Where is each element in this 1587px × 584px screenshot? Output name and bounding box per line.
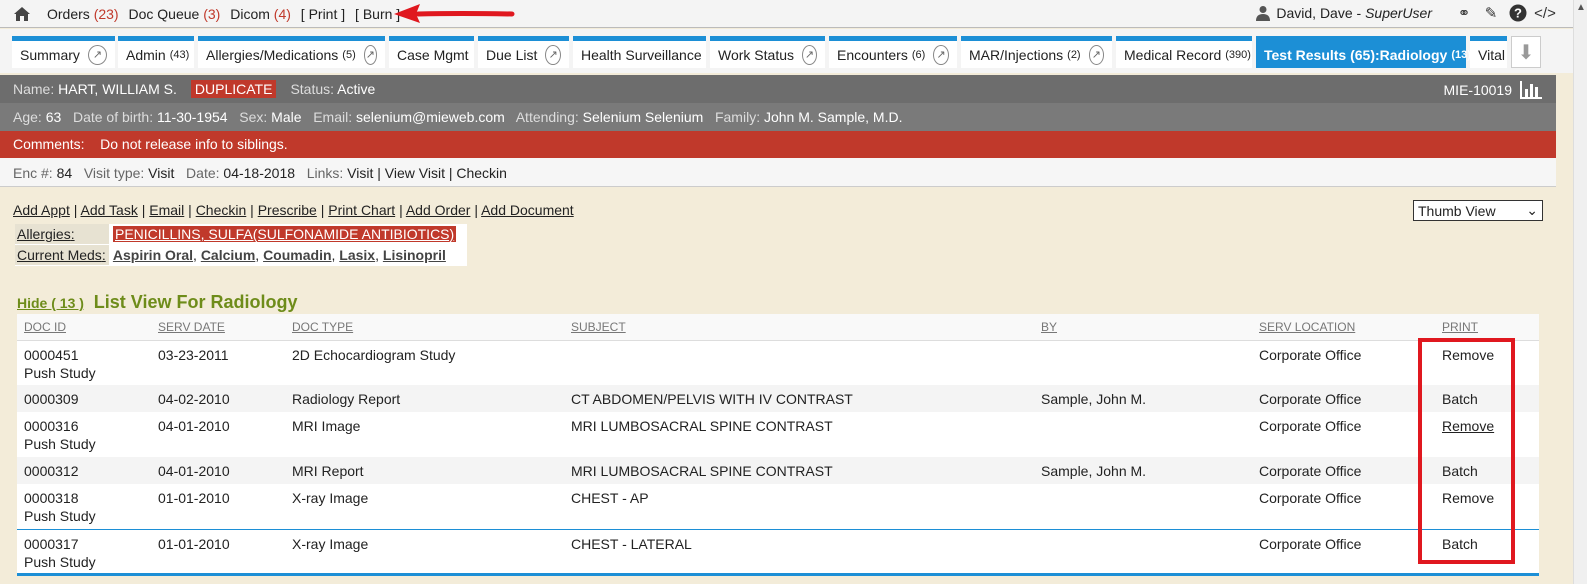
tabs-scroll-down-button[interactable]: ⬇ [1511,36,1541,68]
comments-text: Do not release info to siblings. [100,136,288,152]
col-serv-date[interactable]: SERV DATE [151,314,285,341]
print-chart-link[interactable]: Print Chart [328,202,395,218]
open-external-icon[interactable]: ↗ [363,44,377,65]
home-icon[interactable] [13,5,31,23]
doc-queue-link[interactable]: Doc Queue (3) [128,6,220,22]
red-arrow-annotation [394,4,515,23]
red-highlight-box [1418,338,1515,564]
med-item[interactable]: Coumadin [263,247,331,263]
prescribe-link[interactable]: Prescribe [258,202,317,218]
allergies-value[interactable]: PENICILLINS, SULFA(SULFONAMIDE ANTIBIOTI… [113,226,457,242]
table-row[interactable]: 0000318 Push Study 01-01-2010 X-ray Image… [17,484,1539,529]
col-print[interactable]: PRINT [1435,314,1539,341]
tab-admin[interactable]: Admin (43) [118,36,194,68]
tab-case-mgmt[interactable]: Case Mgmt [389,36,474,68]
dicom-link[interactable]: Dicom (4) [230,6,291,22]
page-scrollbar[interactable]: ▲ [1573,0,1587,584]
add-appt-link[interactable]: Add Appt [13,202,70,218]
chevron-down-icon: ⌄ [1526,202,1538,218]
top-nav: Orders (23) Doc Queue (3) Dicom (4) [ Pr… [47,6,406,22]
tab-summary[interactable]: Summary ↗ [12,36,115,68]
add-document-link[interactable]: Add Document [481,202,574,218]
hide-toggle[interactable]: Hide ( 13 ) [17,295,84,311]
open-external-icon[interactable]: ↗ [933,44,949,65]
col-serv-location[interactable]: SERV LOCATION [1252,314,1435,341]
action-links: Add Appt | Add Task | Email | Checkin | … [13,202,574,218]
add-task-link[interactable]: Add Task [80,202,137,218]
patient-header: Name: HART, WILLIAM S. DUPLICATE Status: A… [0,75,1556,103]
magic-wand-icon[interactable]: ✎ [1481,3,1501,23]
col-subject[interactable]: SUBJECT [564,314,1034,341]
encounter-links[interactable]: Visit | View Visit | Checkin [347,165,507,181]
code-icon[interactable]: </> [1534,3,1556,23]
tab-test-results-radiology[interactable]: Test Results (65):Radiology (13) [1256,36,1471,68]
radiology-list: Hide ( 13 ) List View For Radiology DOC … [17,292,1539,574]
help-icon[interactable]: ? [1508,3,1528,23]
open-external-icon[interactable]: ↗ [545,44,561,65]
comments-bar: Comments: Do not release info to sibling… [0,131,1556,158]
patient-mrn: MIE-10019 [1443,82,1512,98]
patient-name: HART, WILLIAM S. [58,81,177,97]
table-bottom-border [17,573,1539,576]
link-icon[interactable]: ⚭ [1454,3,1474,23]
add-order-link[interactable]: Add Order [406,202,471,218]
duplicate-badge: DUPLICATE [190,80,277,98]
tab-encounters[interactable]: Encounters (6) ↗ [829,36,957,68]
table-row[interactable]: 0000309 04-02-2010 Radiology Report CT A… [17,385,1539,412]
tab-vitals[interactable]: Vital [1470,36,1507,68]
table-row[interactable]: 0000317 Push Study 01-01-2010 X-ray Image… [17,528,1539,574]
table-row[interactable]: 0000312 04-01-2010 MRI Report MRI LUMBOS… [17,457,1539,484]
patient-demographics: Age: 63 Date of birth: 11-30-1954 Sex: M… [0,103,1556,131]
orders-link[interactable]: Orders (23) [47,6,119,22]
open-external-icon[interactable]: ↗ [1088,44,1104,65]
top-bar: Orders (23) Doc Queue (3) Dicom (4) [ Pr… [0,0,1587,28]
chart-tabs: Summary ↗ Admin (43) Allergies/Medications… [0,29,1573,73]
table-row[interactable]: 0000316 Push Study 04-01-2010 MRI Image M… [17,412,1539,457]
col-doc-id[interactable]: DOC ID [17,314,151,341]
table-row[interactable]: 0000451 Push Study 03-23-2011 2D Echocard… [17,340,1539,385]
scroll-up-icon[interactable]: ▲ [1576,2,1586,13]
view-select[interactable]: Thumb View ⌄ [1413,200,1543,221]
col-doc-type[interactable]: DOC TYPE [285,314,564,341]
patient-status: Active [337,81,376,97]
med-item[interactable]: Lisinopril [383,247,446,263]
med-item[interactable]: Calcium [201,247,255,263]
email-link[interactable]: Email [149,202,184,218]
list-title: List View For Radiology [93,292,298,312]
tab-mar-injections[interactable]: MAR/Injections (2) ↗ [961,36,1112,68]
checkin-link[interactable]: Checkin [196,202,247,218]
user-icon [1256,6,1271,21]
open-external-icon[interactable]: ↗ [87,44,107,65]
tab-health-surveillance[interactable]: Health Surveillance [573,36,706,68]
user-menu[interactable]: David, Dave - SuperUser [1256,5,1432,21]
med-item[interactable]: Lasix [339,247,375,263]
tab-work-status[interactable]: Work Status ↗ [710,36,825,68]
tab-due-list[interactable]: Due List ↗ [478,36,569,68]
tab-allergies-medications[interactable]: Allergies/Medications (5) ↗ [198,36,385,68]
med-item[interactable]: Aspirin Oral [113,247,193,263]
arrow-down-icon: ⬇ [1517,41,1535,64]
allergy-box: Allergies: PENICILLINS, SULFA(SULFONAMIDE… [15,224,467,266]
tab-medical-record[interactable]: Medical Record (390) [1116,36,1252,68]
open-external-icon[interactable]: ↗ [802,44,817,65]
print-link[interactable]: [ Print ] [301,6,345,22]
bar-chart-icon[interactable] [1520,81,1542,99]
encounter-bar: Enc #: 84 Visit type: Visit Date: 04-18-… [0,158,1556,187]
current-meds-label[interactable]: Current Meds: [15,245,109,265]
allergies-label[interactable]: Allergies: [15,224,109,244]
svg-text:?: ? [1514,6,1522,21]
results-table: DOC ID SERV DATE DOC TYPE SUBJECT BY SER… [17,314,1539,574]
col-by[interactable]: BY [1034,314,1252,341]
